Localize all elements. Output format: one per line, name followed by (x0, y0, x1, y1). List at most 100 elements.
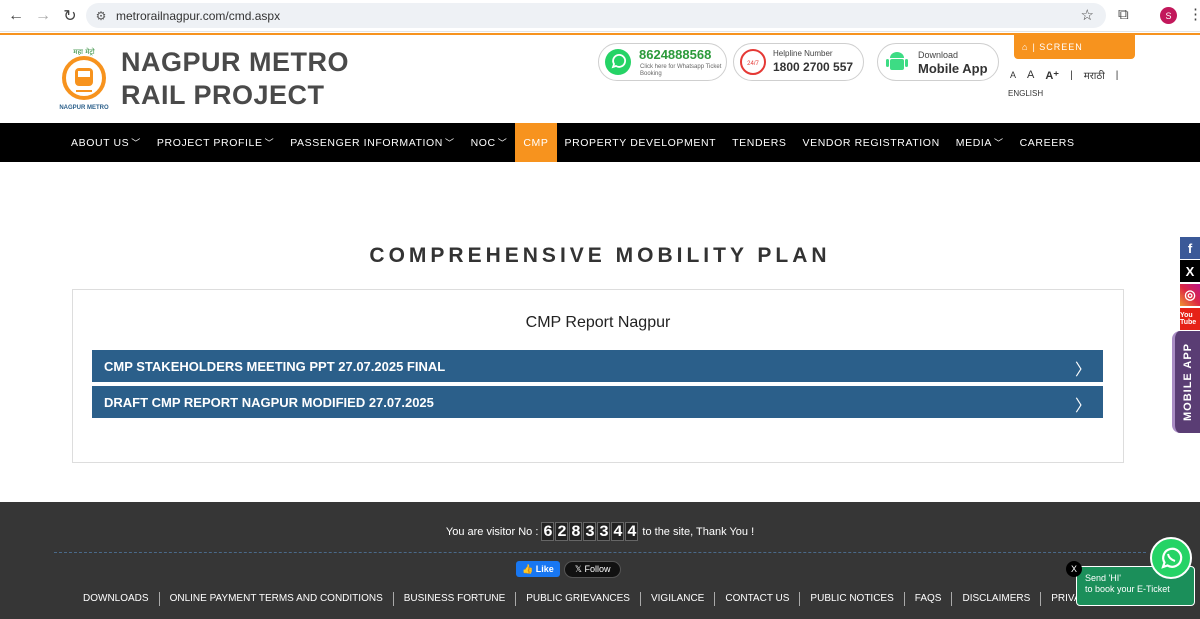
nav-passenger-information[interactable]: PASSENGER INFORMATION ﹀ (282, 123, 462, 162)
close-icon[interactable]: X (1066, 561, 1082, 577)
whatsapp-float-button[interactable] (1150, 537, 1192, 579)
lang-marathi-link[interactable]: मराठी (1084, 68, 1105, 82)
logo-bottom-text: NAGPUR METRO (59, 105, 109, 111)
nav-media[interactable]: MEDIA ﹀ (948, 123, 1012, 162)
helpline-badge: 24/7 (747, 61, 759, 67)
chevron-right-icon: 〉 (1074, 398, 1091, 415)
page-title: COMPREHENSIVE MOBILITY PLAN (369, 244, 831, 267)
screen-reader-button[interactable]: ⌂ | SCREEN (1014, 35, 1135, 59)
footer-link-public-notices[interactable]: PUBLIC NOTICES (800, 592, 905, 606)
visitor-digit: 3 (597, 522, 611, 541)
mobile-app-tab[interactable]: MOBILE APP (1172, 331, 1200, 433)
mobile-app-label: Mobile App (918, 61, 988, 76)
report-label: CMP STAKEHOLDERS MEETING PPT 27.07.2025 … (104, 358, 446, 374)
nav-noc[interactable]: NOC ﹀ (463, 123, 516, 162)
font-normal-button[interactable]: A (1027, 69, 1034, 81)
profile-avatar[interactable]: S (1160, 7, 1177, 24)
report-item-stakeholders-ppt[interactable]: CMP STAKEHOLDERS MEETING PPT 27.07.2025 … (92, 350, 1103, 382)
facebook-icon[interactable]: f (1180, 237, 1200, 259)
logo-top-text: महा मेट्रो (73, 47, 95, 56)
nav-tenders[interactable]: TENDERS (724, 123, 794, 162)
android-icon (882, 47, 912, 77)
whatsapp-icon (603, 47, 633, 77)
font-increase-button[interactable]: A⁺ (1045, 69, 1059, 82)
lang-separator-2: | (1115, 69, 1119, 81)
helpline-pill[interactable]: 24/7 Helpline Number 1800 2700 557 (733, 43, 864, 81)
footer-link-vigilance[interactable]: VIGILANCE (641, 592, 716, 606)
visitor-prefix: You are visitor No : (445, 525, 539, 538)
x-icon[interactable]: X (1180, 260, 1200, 282)
whatsapp-icon (1161, 547, 1183, 569)
cmp-report-panel: CMP Report Nagpur CMP STAKEHOLDERS MEETI… (72, 289, 1124, 463)
site-title-line1: NAGPUR METRO (121, 47, 349, 77)
helpline-number: 1800 2700 557 (773, 60, 854, 74)
footer-link-contact-us[interactable]: CONTACT US (715, 592, 801, 606)
visitor-digit: 4 (625, 522, 639, 541)
nav-property-development[interactable]: PROPERTY DEVELOPMENT (557, 123, 725, 162)
nav-about-us[interactable]: ABOUT US ﹀ (63, 123, 149, 162)
footer-link-disclaimers[interactable]: DISCLAIMERS (952, 592, 1042, 606)
chevron-down-icon: ﹀ (131, 138, 141, 148)
visitor-digit: 2 (555, 522, 569, 541)
x-follow-button[interactable]: 𝕏 Follow (563, 561, 622, 578)
footer-link-downloads[interactable]: DOWNLOADS (73, 592, 160, 606)
instagram-icon[interactable]: ◎ (1180, 284, 1200, 306)
chevron-down-icon: ﹀ (497, 138, 508, 148)
lang-separator: | (1070, 69, 1073, 81)
url-text[interactable]: metrorailnagpur.com/cmd.aspx (116, 9, 280, 23)
nav-cmp[interactable]: CMP (515, 123, 557, 162)
nav-project-profile[interactable]: PROJECT PROFILE ﹀ (149, 123, 282, 162)
whatsapp-subtext: Click here for Whatsapp Ticket Booking (640, 64, 722, 77)
footer-link-business-fortune[interactable]: BUSINESS FORTUNE (394, 592, 517, 606)
home-icon: ⌂ (1022, 42, 1029, 52)
chevron-down-icon: ﹀ (264, 138, 275, 148)
lang-english-link[interactable]: ENGLISH (1008, 89, 1043, 98)
screen-reader-label: | SCREEN (1032, 42, 1083, 52)
visitor-digit: 3 (583, 522, 597, 541)
bookmark-star-icon[interactable]: ☆ (1081, 6, 1094, 24)
nav-careers[interactable]: CAREERS (1012, 123, 1083, 162)
font-size-controls: A A A⁺ | मराठी | (1010, 68, 1129, 82)
report-label: DRAFT CMP REPORT NAGPUR MODIFIED 27.07.2… (104, 394, 434, 410)
font-decrease-button[interactable]: A (1010, 70, 1016, 80)
back-icon[interactable]: ← (5, 5, 27, 27)
footer-link-public-grievances[interactable]: PUBLIC GRIEVANCES (516, 592, 641, 606)
report-item-draft-cmp[interactable]: DRAFT CMP REPORT NAGPUR MODIFIED 27.07.2… (92, 386, 1103, 418)
visitor-digit: 6 (541, 522, 555, 541)
nagpur-metro-logo[interactable]: महा मेट्रो NAGPUR METRO (58, 45, 110, 113)
chevron-right-icon: 〉 (1074, 362, 1091, 379)
reload-icon[interactable]: ↻ (59, 5, 81, 27)
youtube-icon[interactable]: You Tube (1180, 308, 1200, 330)
site-header: महा मेट्रो NAGPUR METRO NAGPUR METRO RAI… (0, 35, 1200, 123)
whatsapp-number: 8624888568 (639, 47, 712, 62)
panel-title: CMP Report Nagpur (525, 314, 671, 331)
visitor-counter: You are visitor No : 6 2 8 3 3 4 4 to th… (0, 522, 1200, 541)
chevron-down-icon: ﹀ (445, 138, 455, 148)
footer-link-faqs[interactable]: FAQS (905, 592, 953, 606)
visitor-suffix: to the site, Thank You ! (642, 525, 755, 538)
menu-kebab-icon[interactable]: ⋮ (1188, 5, 1200, 23)
visitor-digits: 6 2 8 3 3 4 4 (541, 522, 639, 541)
footer-links: DOWNLOADS ONLINE PAYMENT TERMS AND CONDI… (73, 592, 1171, 606)
download-label: Download (918, 50, 959, 60)
browser-toolbar: ← → ↻ ⚙ metrorailnagpur.com/cmd.aspx ☆ ⧉… (0, 0, 1200, 32)
footer-divider (54, 552, 1146, 553)
wa-chip-line2: to book your E-Ticket (1085, 584, 1170, 594)
whatsapp-booking-pill[interactable]: 8624888568 Click here for Whatsapp Ticke… (598, 43, 727, 81)
visitor-digit: 4 (611, 522, 625, 541)
social-follow-buttons: 👍 Like 𝕏 Follow (516, 561, 622, 578)
mobile-app-tab-label: MOBILE APP (1181, 342, 1194, 422)
nav-vendor-registration[interactable]: VENDOR REGISTRATION (795, 123, 948, 162)
site-title-line2: RAIL PROJECT (121, 80, 325, 110)
facebook-like-button[interactable]: 👍 Like (516, 561, 560, 577)
extensions-icon[interactable]: ⧉ (1118, 6, 1129, 23)
main-nav: ABOUT US ﹀ PROJECT PROFILE ﹀ PASSENGER INF… (0, 123, 1200, 162)
chevron-down-icon: ﹀ (994, 138, 1004, 148)
site-title: NAGPUR METRO RAIL PROJECT (121, 46, 349, 112)
headset-icon: 24/7 (738, 47, 768, 77)
site-settings-icon[interactable]: ⚙ (94, 9, 108, 23)
download-app-pill[interactable]: Download Mobile App (877, 43, 999, 81)
footer-link-payment-terms[interactable]: ONLINE PAYMENT TERMS AND CONDITIONS (160, 592, 394, 606)
address-bar[interactable]: ⚙ metrorailnagpur.com/cmd.aspx ☆ (86, 3, 1106, 28)
forward-icon[interactable]: → (32, 5, 54, 27)
